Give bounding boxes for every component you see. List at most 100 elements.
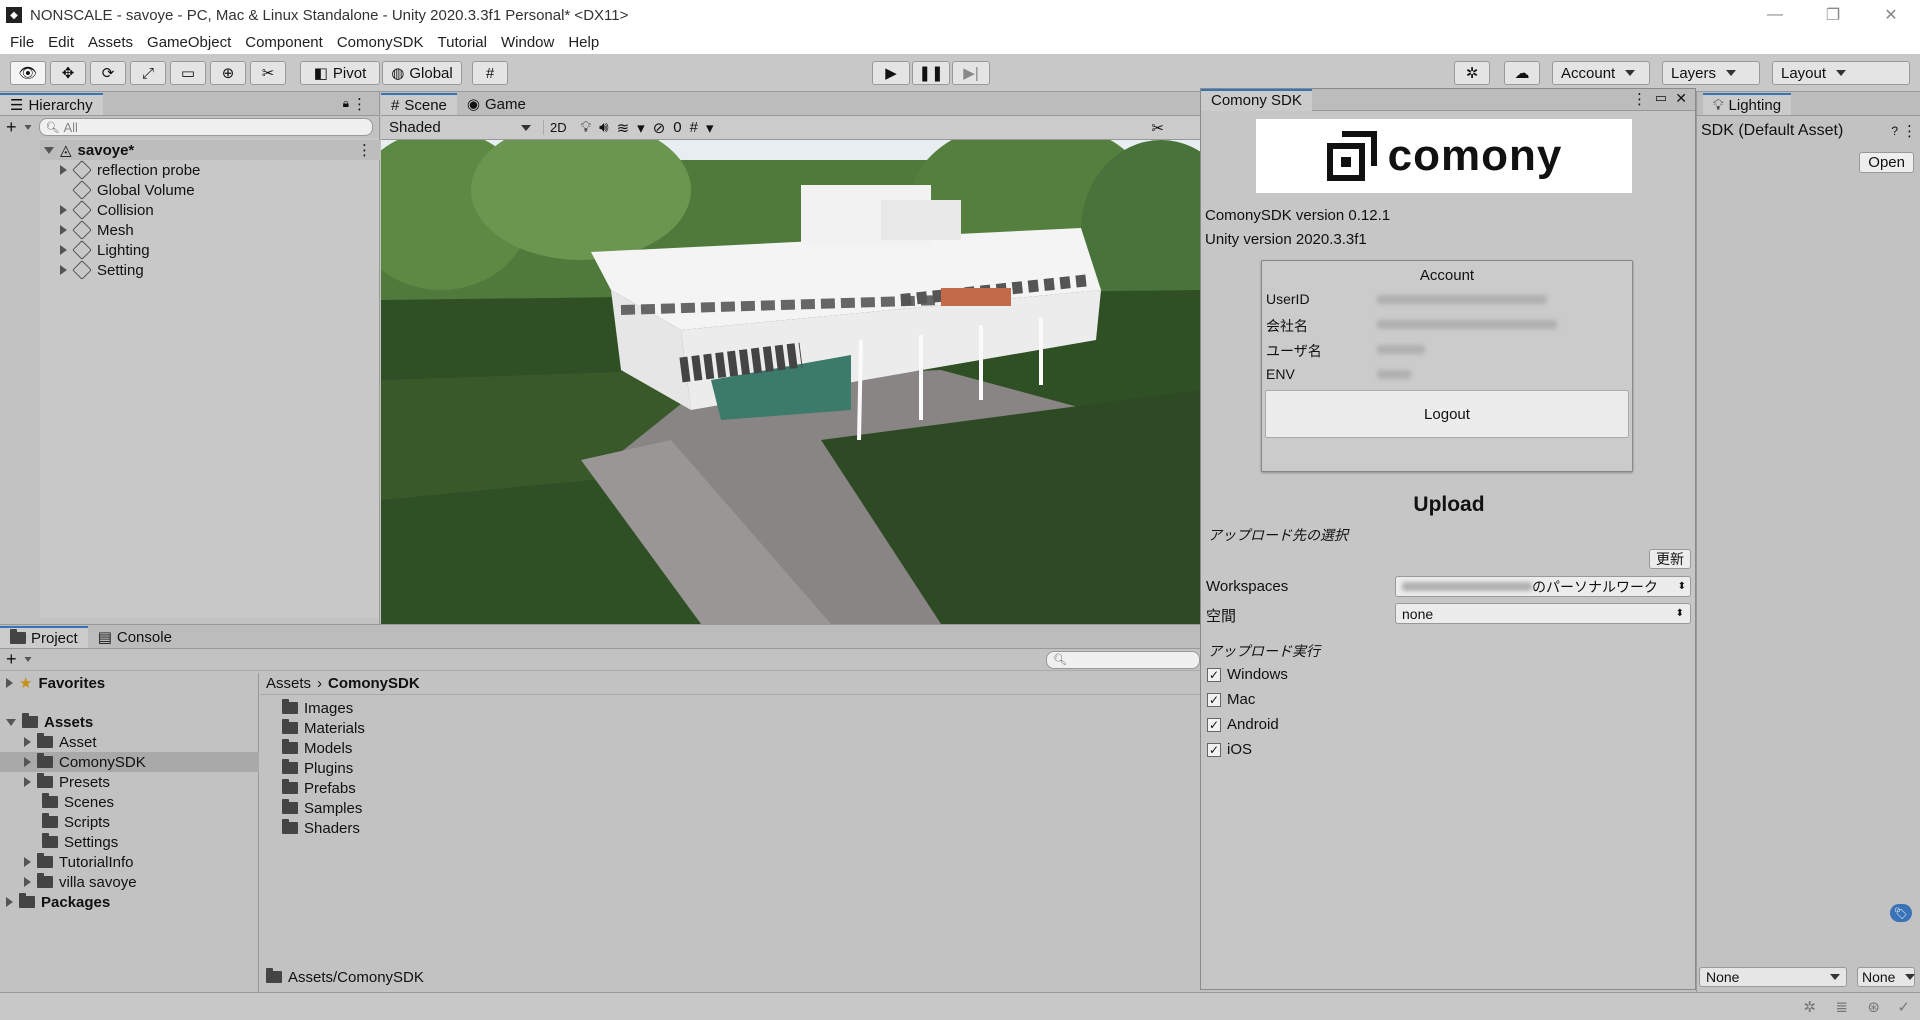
folder-item[interactable]: Plugins: [282, 758, 353, 778]
menu-edit[interactable]: Edit: [41, 34, 81, 51]
mode-2d-toggle[interactable]: 2D: [543, 120, 573, 135]
hierarchy-search[interactable]: 🔍︎ All: [38, 118, 373, 136]
lock-icon[interactable]: 🔒︎: [343, 96, 349, 111]
kebab-icon[interactable]: ⋮: [357, 141, 372, 159]
gizmo-grid-icon[interactable]: #: [690, 119, 698, 136]
layers-dropdown[interactable]: Layers: [1662, 61, 1760, 85]
expand-icon[interactable]: [24, 757, 31, 767]
tab-comony-sdk[interactable]: Comony SDK: [1201, 88, 1312, 111]
checkbox-checked-icon[interactable]: ✓: [1207, 692, 1221, 707]
expand-icon[interactable]: [44, 146, 54, 154]
platform-mac[interactable]: ✓ Mac: [1207, 691, 1255, 708]
tree-item[interactable]: Scenes: [42, 792, 114, 812]
tab-lighting[interactable]: 💡︎ Lighting: [1703, 93, 1792, 115]
tab-project[interactable]: Project: [0, 626, 88, 648]
shading-dropdown[interactable]: Shaded: [385, 119, 535, 136]
tree-item[interactable]: Presets: [24, 772, 110, 792]
open-button[interactable]: Open: [1859, 152, 1914, 173]
tools-icon[interactable]: ✂: [1151, 119, 1164, 137]
tab-hierarchy[interactable]: ☰ Hierarchy: [0, 93, 103, 115]
tag-icon[interactable]: 🏷︎: [1890, 904, 1912, 922]
checkbox-checked-icon[interactable]: ✓: [1207, 667, 1221, 682]
hierarchy-item[interactable]: reflection probe: [60, 160, 200, 180]
menu-assets[interactable]: Assets: [81, 34, 140, 51]
maximize-icon[interactable]: ▭: [1655, 90, 1667, 106]
expand-icon[interactable]: [24, 877, 31, 887]
menu-file[interactable]: File: [3, 34, 41, 51]
hierarchy-item[interactable]: Global Volume: [72, 180, 195, 200]
view-tool-button[interactable]: 👁: [10, 61, 46, 85]
tree-assets[interactable]: Assets: [6, 712, 93, 732]
tree-item[interactable]: villa savoye: [24, 872, 137, 892]
folder-item[interactable]: Prefabs: [282, 778, 356, 798]
layout-dropdown[interactable]: Layout: [1772, 61, 1910, 85]
chevron-down-icon[interactable]: ▾: [637, 119, 645, 137]
hierarchy-item[interactable]: Lighting: [60, 240, 150, 260]
expand-icon[interactable]: [6, 678, 13, 688]
tab-scene[interactable]: # Scene: [381, 93, 457, 115]
lighting-toggle-icon[interactable]: 💡︎: [581, 119, 592, 136]
space-select[interactable]: none ⬍: [1395, 603, 1691, 624]
custom-tool-button[interactable]: ✂: [250, 61, 286, 85]
platform-windows[interactable]: ✓ Windows: [1207, 666, 1288, 683]
account-dropdown[interactable]: Account: [1552, 61, 1650, 85]
asset-variant-dropdown[interactable]: None: [1857, 967, 1915, 987]
global-button[interactable]: ◍ Global: [382, 61, 462, 85]
effects-icon[interactable]: ≋: [617, 119, 630, 137]
play-button[interactable]: ▶: [872, 61, 910, 85]
chevron-down-icon[interactable]: ▾: [706, 119, 714, 137]
menu-tutorial[interactable]: Tutorial: [431, 34, 494, 51]
workspaces-select[interactable]: のパーソナルワーク ⬍: [1395, 576, 1691, 597]
kebab-icon[interactable]: ⋮: [352, 95, 367, 113]
menu-window[interactable]: Window: [494, 34, 561, 51]
expand-icon[interactable]: [24, 777, 31, 787]
rotate-tool-button[interactable]: ⟳: [90, 61, 126, 85]
layers-status-icon[interactable]: ≣: [1835, 998, 1848, 1016]
checkbox-checked-icon[interactable]: ✓: [1207, 717, 1221, 732]
menu-component[interactable]: Component: [238, 34, 330, 51]
tree-item[interactable]: Settings: [42, 832, 118, 852]
folder-item[interactable]: Samples: [282, 798, 362, 818]
menu-gameobject[interactable]: GameObject: [140, 34, 238, 51]
checkbox-checked-icon[interactable]: ✓: [1207, 742, 1221, 757]
logout-button[interactable]: Logout: [1265, 390, 1629, 438]
tree-item[interactable]: Scripts: [42, 812, 110, 832]
tree-item[interactable]: Asset: [24, 732, 97, 752]
menu-help[interactable]: Help: [561, 34, 606, 51]
expand-icon[interactable]: [60, 265, 67, 275]
rect-tool-button[interactable]: ▭: [170, 61, 206, 85]
breadcrumb-current[interactable]: ComonySDK: [328, 675, 420, 692]
expand-icon[interactable]: [24, 737, 31, 747]
platform-android[interactable]: ✓ Android: [1207, 716, 1279, 733]
chevron-down-icon[interactable]: [24, 657, 32, 662]
expand-icon[interactable]: [60, 245, 67, 255]
cloud-button[interactable]: ☁: [1504, 61, 1540, 85]
collab-button[interactable]: ✲: [1454, 61, 1490, 85]
check-circle-icon[interactable]: ✓: [1897, 998, 1910, 1016]
kebab-icon[interactable]: ⋮: [1902, 122, 1917, 140]
project-search[interactable]: 🔍︎: [1046, 650, 1200, 669]
expand-icon[interactable]: [6, 897, 13, 907]
minimize-icon[interactable]: —: [1746, 0, 1804, 30]
expand-icon[interactable]: [6, 718, 16, 726]
add-icon[interactable]: +: [6, 649, 17, 670]
hierarchy-item[interactable]: Collision: [60, 200, 154, 220]
asset-bundle-dropdown[interactable]: None: [1699, 967, 1847, 987]
breadcrumb-root[interactable]: Assets: [266, 675, 311, 692]
tree-item-selected[interactable]: ComonySDK: [0, 752, 259, 772]
close-icon[interactable]: ✕: [1675, 90, 1687, 107]
step-button[interactable]: ▶|: [952, 61, 990, 85]
close-icon[interactable]: ✕: [1862, 0, 1920, 30]
folder-item[interactable]: Models: [282, 738, 352, 758]
tab-game[interactable]: ◉ Game: [457, 93, 536, 115]
hierarchy-item[interactable]: Setting: [60, 260, 144, 280]
pivot-button[interactable]: ◧ Pivot: [300, 61, 380, 85]
add-icon[interactable]: +: [6, 117, 17, 138]
menu-comonysdk[interactable]: ComonySDK: [330, 34, 431, 51]
refresh-button[interactable]: 更新: [1649, 549, 1691, 569]
kebab-icon[interactable]: ⋮: [1632, 90, 1647, 108]
audio-toggle-icon[interactable]: 🔊︎: [599, 119, 608, 136]
expand-icon[interactable]: [60, 205, 67, 215]
move-tool-button[interactable]: ✥: [50, 61, 86, 85]
hidden-objects-icon[interactable]: ⊘: [653, 119, 666, 137]
